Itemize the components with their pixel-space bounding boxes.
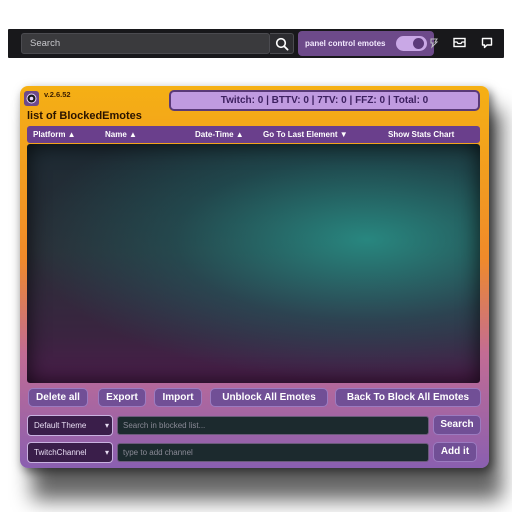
go-to-last-element-header[interactable]: Go To Last Element ▼ xyxy=(263,130,348,139)
platform-select-value: TwitchChannel xyxy=(34,448,87,457)
search-icon xyxy=(275,37,289,51)
sort-name-header[interactable]: Name ▲ xyxy=(105,130,137,139)
add-channel-placeholder: type to add channel xyxy=(123,448,193,457)
add-it-button[interactable]: Add it xyxy=(433,442,477,462)
chevron-down-icon: ▾ xyxy=(104,448,109,457)
search-blocked-input[interactable]: Search in blocked list... xyxy=(117,416,429,435)
list-header: Platform ▲ Name ▲ Date-Time ▲ Go To Last… xyxy=(27,126,480,143)
unblock-all-emotes-button[interactable]: Unblock All Emotes xyxy=(210,388,328,407)
emote-logo-icon xyxy=(26,93,37,104)
top-navigation-bar: Search panel control emotes xyxy=(8,29,504,58)
panel-control-toggle-container: panel control emotes xyxy=(298,31,434,56)
panel-title: list of BlockedEmotes xyxy=(27,110,142,122)
prime-crown-icon[interactable] xyxy=(429,37,439,49)
panel-control-toggle[interactable] xyxy=(396,36,427,51)
search-placeholder: Search xyxy=(30,38,61,49)
search-input[interactable]: Search xyxy=(21,33,270,54)
theme-select-value: Default Theme xyxy=(34,421,87,430)
search-button[interactable]: Search xyxy=(433,415,481,435)
sort-platform-header[interactable]: Platform ▲ xyxy=(33,130,76,139)
version-label: v.2.6.52 xyxy=(44,90,71,99)
theme-select[interactable]: Default Theme ▾ xyxy=(27,415,113,436)
sort-date-time-header[interactable]: Date-Time ▲ xyxy=(195,130,244,139)
back-to-block-all-button[interactable]: Back To Block All Emotes xyxy=(335,388,481,407)
add-channel-input[interactable]: type to add channel xyxy=(117,443,429,462)
extension-logo xyxy=(24,91,39,106)
panel-control-label: panel control emotes xyxy=(305,39,386,48)
inbox-icon[interactable] xyxy=(453,37,466,48)
show-stats-chart-header[interactable]: Show Stats Chart xyxy=(388,130,454,139)
blocked-emotes-panel: v.2.6.52 list of BlockedEmotes Twitch: 0… xyxy=(20,86,489,468)
toggle-knob xyxy=(413,38,424,49)
platform-select[interactable]: TwitchChannel ▾ xyxy=(27,442,113,463)
export-button[interactable]: Export xyxy=(98,388,146,407)
delete-all-button[interactable]: Delete all xyxy=(28,388,88,407)
blocked-emotes-list[interactable] xyxy=(27,144,480,383)
whispers-icon[interactable] xyxy=(481,37,493,49)
search-blocked-placeholder: Search in blocked list... xyxy=(123,421,206,430)
import-button[interactable]: Import xyxy=(154,388,202,407)
search-button[interactable] xyxy=(270,33,294,54)
emote-counter: Twitch: 0 | BTTV: 0 | 7TV: 0 | FFZ: 0 | … xyxy=(169,90,480,111)
chevron-down-icon: ▾ xyxy=(104,421,109,430)
